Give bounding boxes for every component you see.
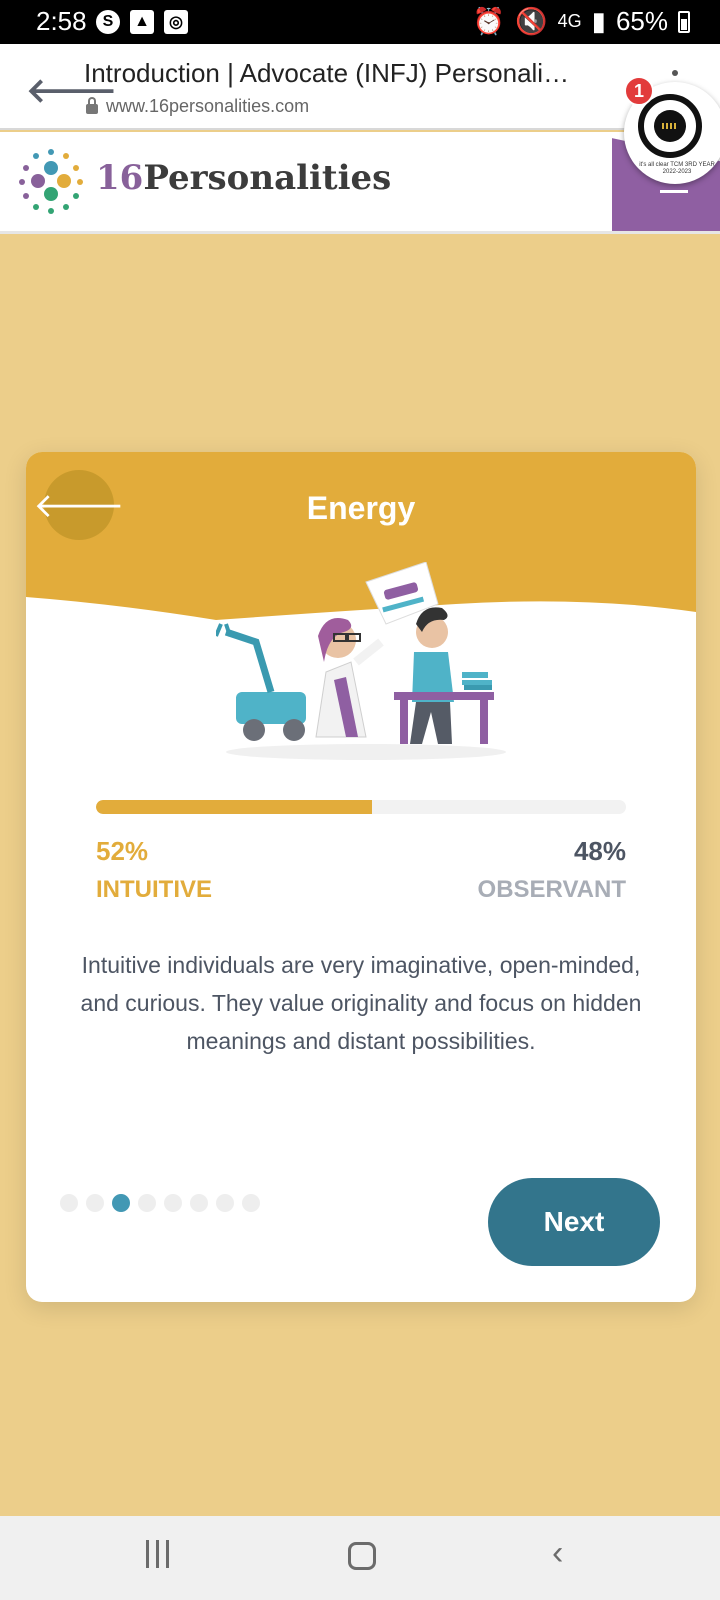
site-header: 16Personalities: [0, 132, 720, 234]
headphone-icon: [638, 94, 702, 158]
battery-percent: 65%: [615, 6, 668, 36]
trait-description: Intuitive individuals are very imaginati…: [80, 952, 642, 1054]
alarm-icon: ⏰: [472, 6, 506, 36]
right-trait-label: OBSERVANT: [477, 876, 626, 903]
pagination-dot[interactable]: [242, 1194, 260, 1212]
system-nav-bar: ‹: [0, 1516, 720, 1600]
gallery-icon: ▲: [130, 10, 154, 34]
pagination-dot[interactable]: [138, 1194, 156, 1212]
right-percent: 48%: [573, 836, 626, 866]
s-app-icon: S: [96, 10, 120, 34]
card-title: Energy: [306, 490, 416, 526]
pagination-dots[interactable]: [60, 1194, 260, 1212]
home-icon[interactable]: [348, 1542, 376, 1570]
trait-card: 🡐 Energy 52% 48% INTUITIVE OBSERVANT Int…: [26, 452, 696, 1302]
back-icon[interactable]: ‹: [552, 1534, 563, 1573]
url-row[interactable]: www.16personalities.com: [86, 96, 309, 117]
pagination-dot[interactable]: [112, 1194, 130, 1212]
logo-wordmark[interactable]: 16Personalities: [96, 158, 391, 198]
recents-icon[interactable]: [146, 1540, 169, 1568]
page-title[interactable]: Introduction | Advocate (INFJ) Personali…: [84, 58, 604, 89]
signal-icon: ▮: [591, 6, 606, 36]
next-button[interactable]: Next: [488, 1178, 660, 1266]
instagram-icon: ◎: [164, 10, 188, 34]
scientists-illustration: [216, 562, 506, 760]
pagination-dot[interactable]: [86, 1194, 104, 1212]
status-bar: 2:58 S ▲ ◎ ⏰ 🔇 4G ▮ 65%: [0, 0, 720, 44]
logo-icon[interactable]: [16, 146, 86, 216]
left-trait-label: INTUITIVE: [96, 876, 213, 903]
bubble-caption: it's all clear TCM 3RD YEAR 2022-2023: [639, 162, 715, 175]
status-time: 2:58: [36, 6, 87, 36]
url-text: www.16personalities.com: [106, 96, 310, 116]
browser-menu-icon[interactable]: [672, 70, 678, 76]
notification-badge: 1: [624, 76, 654, 106]
status-right-icons: ⏰ 🔇 4G ▮ 65%: [473, 6, 690, 37]
pagination-dot[interactable]: [216, 1194, 234, 1212]
battery-icon: [678, 10, 690, 33]
pagination-dot[interactable]: [190, 1194, 208, 1212]
progress-fill: [96, 800, 372, 814]
network-label: 4G: [557, 11, 582, 31]
left-percent: 52%: [96, 836, 149, 866]
mute-icon: 🔇: [515, 6, 548, 36]
pagination-dot[interactable]: [164, 1194, 182, 1212]
browser-bar: 🡐 Introduction | Advocate (INFJ) Persona…: [0, 44, 720, 130]
pagination-dot[interactable]: [60, 1194, 78, 1212]
status-left-icons: S ▲ ◎: [96, 10, 188, 34]
menu-icon[interactable]: [660, 190, 688, 193]
trait-progress-bar: [96, 800, 626, 814]
lock-icon: [86, 96, 98, 114]
